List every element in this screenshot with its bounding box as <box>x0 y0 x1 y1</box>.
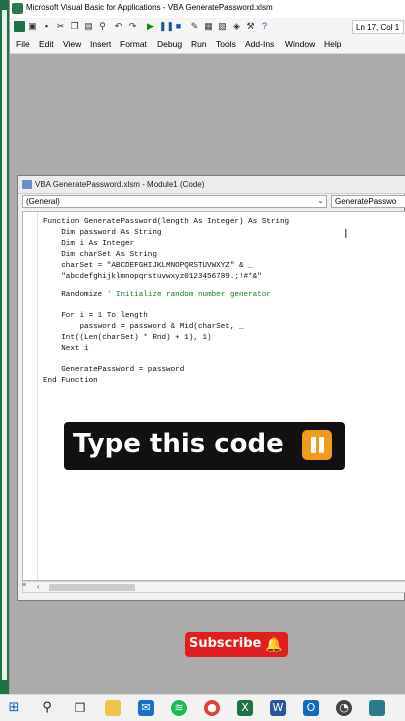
find-icon[interactable]: ⚲ <box>97 21 108 32</box>
toolbox-icon[interactable]: ⚒ <box>245 21 256 32</box>
menu-file[interactable]: File <box>16 39 30 49</box>
word-icon[interactable]: W <box>270 700 286 716</box>
code-keyword: Randomize <box>43 291 103 299</box>
excel-window-edge <box>0 0 9 694</box>
code-margin <box>23 212 38 580</box>
horizontal-scrollbar[interactable]: ≡ ‹ <box>22 581 405 593</box>
project-explorer-icon[interactable]: ▦ <box>203 21 214 32</box>
redo-icon[interactable]: ↷ <box>127 21 138 32</box>
code-window-title-bar[interactable]: VBA GeneratePassword.xlsm - Module1 (Cod… <box>18 176 405 194</box>
break-icon[interactable]: ❚❚ <box>159 21 174 32</box>
save-icon[interactable]: ▪ <box>41 21 52 32</box>
cursor-position: Ln 17, Col 1 <box>352 20 404 34</box>
object-browser-icon[interactable]: ◈ <box>231 21 242 32</box>
vba-app-icon <box>12 3 23 14</box>
code-line: For i = 1 To length <box>43 312 148 320</box>
code-line: Randomize ' Initialize random number gen… <box>43 291 271 299</box>
code-line: Function GeneratePassword(length As Inte… <box>43 218 290 226</box>
view-toggle-icon[interactable]: ≡ <box>22 582 26 589</box>
pause-icon <box>302 430 332 460</box>
caption-overlay: Type this code <box>64 422 345 470</box>
taskbar: ⊞ ⚲ ❐ ✉ ≋ ● X W O ◔ <box>0 694 405 721</box>
paste-icon[interactable]: ▤ <box>83 21 94 32</box>
code-editor[interactable]: Function GeneratePassword(length As Inte… <box>22 211 405 581</box>
insert-module-icon[interactable]: ▣ <box>27 21 38 32</box>
excel-sheet-edge <box>2 10 7 680</box>
menu-tools[interactable]: Tools <box>216 39 236 49</box>
outlook-icon[interactable]: O <box>303 700 319 716</box>
start-icon[interactable]: ⊞ <box>6 700 22 716</box>
module-icon <box>22 180 32 189</box>
menu-edit[interactable]: Edit <box>39 39 54 49</box>
file-explorer-icon[interactable] <box>105 700 121 716</box>
view-excel-icon[interactable] <box>14 21 25 32</box>
menu-debug[interactable]: Debug <box>157 39 182 49</box>
scroll-left-icon[interactable]: ‹ <box>37 582 40 591</box>
procedure-dropdown-value: GeneratePasswo <box>335 197 397 206</box>
media-icon[interactable]: ◔ <box>336 700 352 716</box>
code-line: password = password & Mid(charSet, _ <box>43 323 244 331</box>
code-window-title: VBA GeneratePassword.xlsm - Module1 (Cod… <box>35 180 205 189</box>
code-line: Int((Len(charSet) * Rnd) + 1), 1) <box>43 334 212 342</box>
scrollbar-thumb[interactable] <box>49 584 135 591</box>
code-line: End Function <box>43 377 98 385</box>
help-icon[interactable]: ? <box>259 21 270 32</box>
menu-window[interactable]: Window <box>285 39 315 49</box>
code-line: Dim password As String <box>43 229 162 237</box>
menu-help[interactable]: Help <box>324 39 341 49</box>
task-view-icon[interactable]: ❐ <box>72 700 88 716</box>
code-line: charSet = "ABCDEFGHIJKLMNOPQRSTUVWXYZ" &… <box>43 262 253 270</box>
code-line: "abcdefghijklmnopqrstuvwxyz0123456789.;!… <box>43 273 262 281</box>
subscribe-label: Subscribe <box>189 636 262 651</box>
window-title: Microsoft Visual Basic for Applications … <box>26 3 273 12</box>
code-line: Dim i As Integer <box>43 240 135 248</box>
search-icon[interactable]: ⚲ <box>39 700 55 716</box>
chevron-down-icon: ⌄ <box>317 196 324 205</box>
menu-run[interactable]: Run <box>191 39 207 49</box>
undo-icon[interactable]: ↶ <box>113 21 124 32</box>
app-icon[interactable] <box>369 700 385 716</box>
menu-format[interactable]: Format <box>120 39 147 49</box>
procedure-dropdown[interactable]: GeneratePasswo <box>331 195 405 208</box>
menu-view[interactable]: View <box>63 39 81 49</box>
standard-toolbar: ▣ ▪ ✂ ❐ ▤ ⚲ ↶ ↷ ▶ ❚❚ ■ ✎ ▦ ▧ ◈ ⚒ ? Ln 17… <box>10 18 405 37</box>
title-bar: Microsoft Visual Basic for Applications … <box>10 0 405 18</box>
spotify-icon[interactable]: ≋ <box>171 700 187 716</box>
code-comment: ' Initialize random number generator <box>106 291 271 299</box>
menu-insert[interactable]: Insert <box>90 39 111 49</box>
copy-icon[interactable]: ❐ <box>69 21 80 32</box>
pause-bar <box>319 437 324 453</box>
code-line: Dim charSet As String <box>43 251 157 259</box>
menu-add-ins[interactable]: Add-Ins <box>245 39 274 49</box>
mail-icon[interactable]: ✉ <box>138 700 154 716</box>
reset-icon[interactable]: ■ <box>173 21 184 32</box>
run-icon[interactable]: ▶ <box>145 21 156 32</box>
code-line: GeneratePassword = password <box>43 366 185 374</box>
object-dropdown[interactable]: (General) ⌄ <box>22 195 327 208</box>
design-mode-icon[interactable]: ✎ <box>189 21 200 32</box>
cut-icon[interactable]: ✂ <box>55 21 66 32</box>
code-line: Next i <box>43 345 89 353</box>
bell-icon: 🔔 <box>265 636 283 652</box>
subscribe-button[interactable]: Subscribe 🔔 <box>185 632 288 657</box>
properties-icon[interactable]: ▧ <box>217 21 228 32</box>
caption-text: Type this code <box>73 429 284 459</box>
menu-bar: File Edit View Insert Format Debug Run T… <box>10 36 405 54</box>
pause-bar <box>311 437 316 453</box>
chrome-icon[interactable]: ● <box>204 700 220 716</box>
object-dropdown-value: (General) <box>26 197 60 206</box>
excel-icon[interactable]: X <box>237 700 253 716</box>
text-cursor-icon: I <box>344 227 348 241</box>
